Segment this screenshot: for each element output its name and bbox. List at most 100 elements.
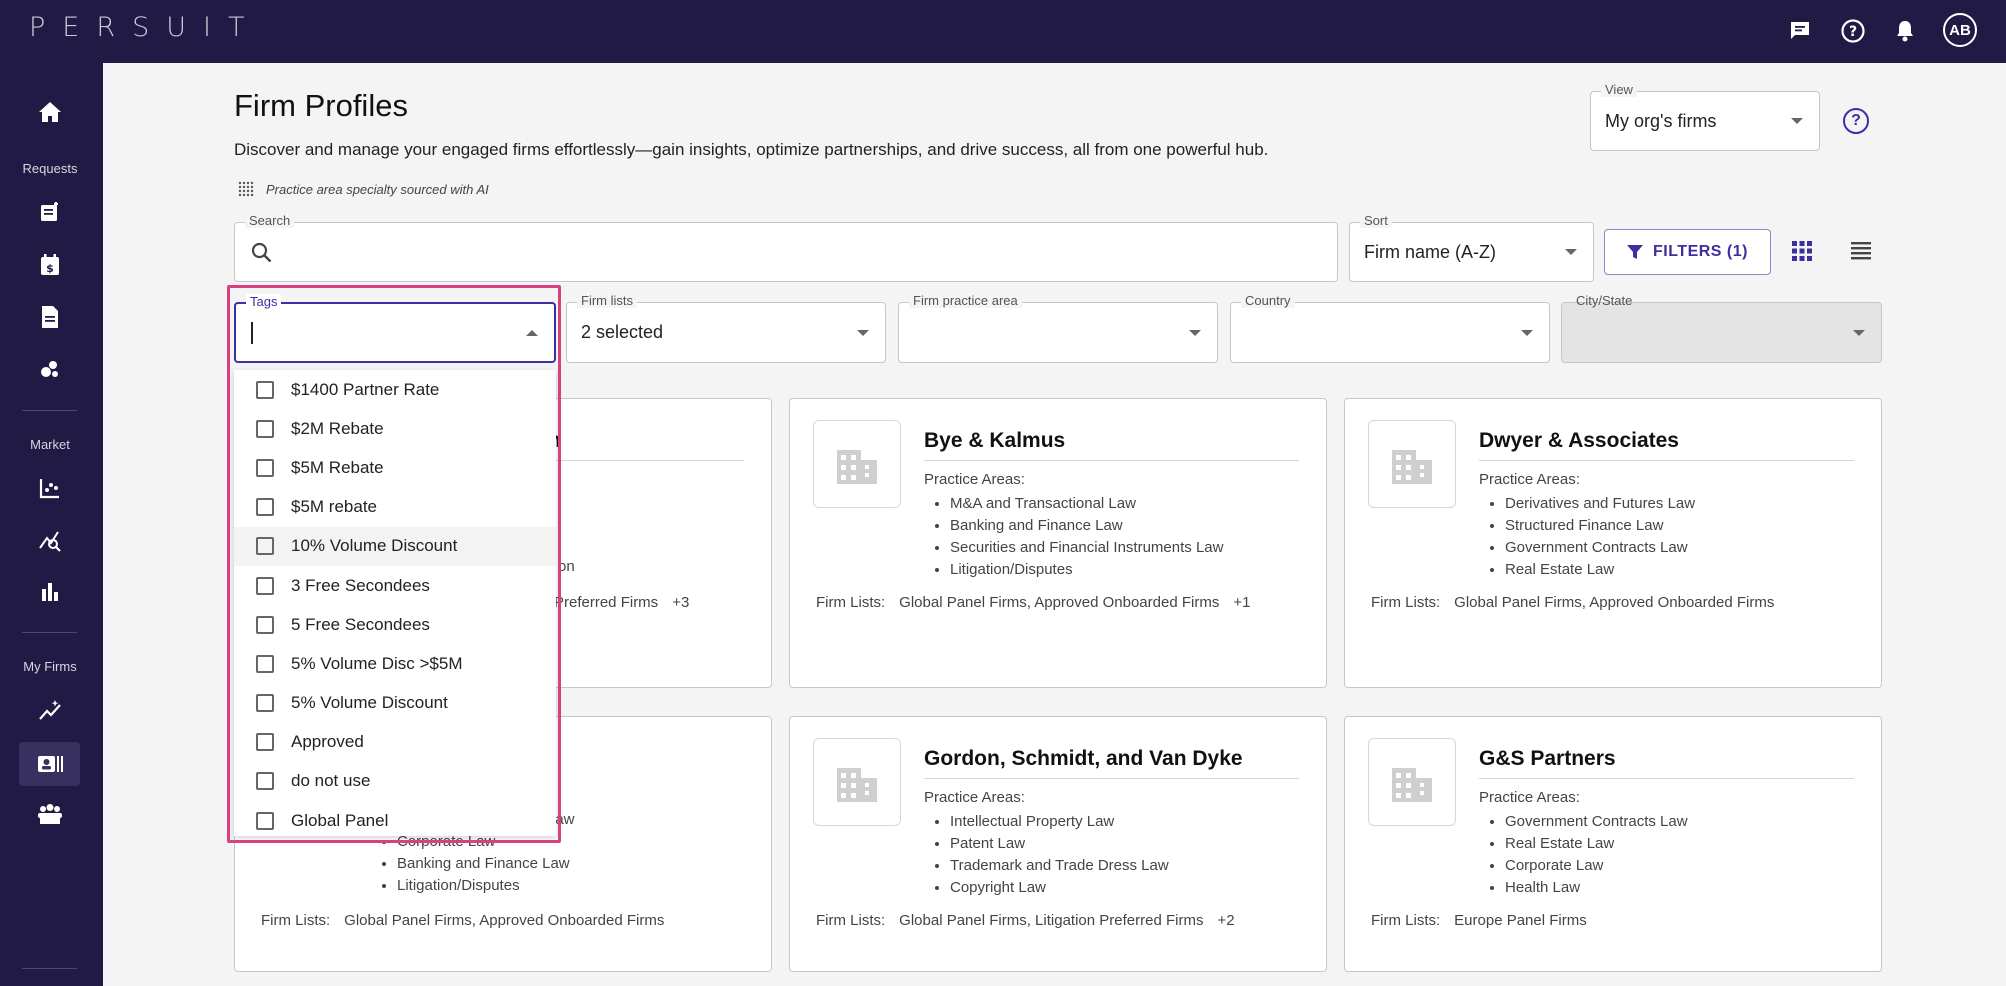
list-view-icon[interactable] xyxy=(1850,240,1872,262)
firm-lists: Preferred Firms +3 xyxy=(554,594,689,611)
tag-option[interactable]: Global Panel xyxy=(234,801,556,836)
sort-select[interactable]: Sort Firm name (A-Z) xyxy=(1349,213,1594,282)
tag-option[interactable]: 5% Volume Discount xyxy=(234,684,556,723)
firm-lists-more[interactable]: +2 xyxy=(1217,912,1234,929)
search-field[interactable]: Search xyxy=(234,213,1338,282)
practice-areas-label: Practice Areas: xyxy=(924,471,1025,488)
tag-option[interactable]: 3 Free Secondees xyxy=(234,566,556,605)
practice-area-item: Banking and Finance Law xyxy=(950,515,1223,537)
grid-view-icon[interactable] xyxy=(1791,240,1813,262)
tag-option[interactable]: 5 Free Secondees xyxy=(234,605,556,644)
checkbox[interactable] xyxy=(256,498,274,517)
sidebar-section-market: Market xyxy=(30,437,70,452)
checkbox[interactable] xyxy=(256,537,274,556)
firm-lists-more[interactable]: +3 xyxy=(672,594,689,611)
bell-icon[interactable] xyxy=(1890,16,1920,46)
tag-option-label: $2M Rebate xyxy=(291,418,384,438)
firm-card[interactable]: Dwyer & Associates Practice Areas: Deriv… xyxy=(1344,398,1882,688)
practice-areas-list: Derivatives and Futures Law Structured F… xyxy=(1505,493,1695,581)
avatar[interactable]: AB xyxy=(1943,13,1977,47)
sidebar: Requests $ Market My Firms xyxy=(0,63,103,986)
chat-icon[interactable] xyxy=(1785,16,1815,46)
sidebar-divider xyxy=(22,410,77,411)
firm-lists-label: Firm Lists: xyxy=(1371,594,1441,611)
tags-select[interactable]: Tags xyxy=(234,294,556,363)
sidebar-section-requests: Requests xyxy=(22,161,78,176)
document-icon[interactable] xyxy=(30,297,70,337)
practice-areas-list: Government Contracts Law Real Estate Law… xyxy=(1505,811,1688,899)
tag-option[interactable]: $5M Rebate xyxy=(234,448,556,487)
tag-option[interactable]: $5M rebate xyxy=(234,488,556,527)
firm-practice-area-select[interactable]: Firm practice area xyxy=(898,293,1218,363)
tag-option[interactable]: Approved xyxy=(234,723,556,762)
checkbox[interactable] xyxy=(256,811,274,830)
firm-lists-more[interactable]: +1 xyxy=(1233,594,1250,611)
view-select[interactable]: View My org's firms xyxy=(1590,82,1820,151)
tags-dropdown: $1400 Partner Rate $2M Rebate $5M Rebate… xyxy=(234,370,556,836)
firm-lists: Firm Lists: Global Panel Firms, Approved … xyxy=(1371,594,1774,611)
view-value: My org's firms xyxy=(1605,110,1717,131)
team-icon[interactable] xyxy=(30,794,70,834)
page-description: Discover and manage your engaged firms e… xyxy=(234,140,1269,159)
search-icon xyxy=(251,242,272,263)
firm-profiles-icon[interactable] xyxy=(19,742,80,786)
firm-lists-label: Firm Lists: xyxy=(261,912,331,929)
ai-note-text: Practice area specialty sourced with AI xyxy=(266,181,489,197)
tags-label: Tags xyxy=(246,294,282,309)
checkbox[interactable] xyxy=(256,772,274,791)
tag-option[interactable]: $1400 Partner Rate xyxy=(234,370,556,409)
tag-option-label: $5M Rebate xyxy=(291,457,384,477)
checkbox[interactable] xyxy=(256,733,274,752)
calendar-dollar-icon[interactable]: $ xyxy=(30,245,70,285)
view-help-icon[interactable]: ? xyxy=(1843,108,1869,134)
persuit-logo[interactable]: PERSUIT xyxy=(29,12,261,43)
firm-card[interactable]: Gordon, Schmidt, and Van Dyke Practice A… xyxy=(789,716,1327,972)
firm-lists-label: Firm Lists: xyxy=(816,912,886,929)
checkbox[interactable] xyxy=(256,380,274,399)
country-select[interactable]: Country xyxy=(1230,293,1550,363)
practice-areas-list: Intellectual Property Law Patent Law Tra… xyxy=(950,811,1169,899)
home-icon[interactable] xyxy=(30,92,70,132)
card-divider xyxy=(924,778,1299,779)
help-icon[interactable]: ? xyxy=(1838,16,1868,46)
bubbles-icon[interactable] xyxy=(30,349,70,389)
chevron-up-icon[interactable] xyxy=(526,329,538,336)
checkbox[interactable] xyxy=(256,419,274,438)
chevron-down-icon xyxy=(1853,329,1865,336)
checkbox[interactable] xyxy=(256,615,274,634)
filter-icon xyxy=(1627,245,1643,259)
tag-option[interactable]: $2M Rebate xyxy=(234,409,556,448)
checkbox[interactable] xyxy=(256,654,274,673)
firm-name: G&S Partners xyxy=(1479,747,1616,770)
firm-lists-select[interactable]: Firm lists 2 selected xyxy=(566,293,886,363)
practice-areas-label: Practice Areas: xyxy=(1479,789,1580,806)
chevron-down-icon xyxy=(1189,329,1201,336)
card-divider xyxy=(1479,460,1854,461)
practice-area-item: Banking and Finance Law xyxy=(397,853,575,875)
filters-button[interactable]: FILTERS (1) xyxy=(1604,229,1771,275)
city-state-select: City/State xyxy=(1561,293,1882,363)
firm-lists: Firm Lists: Global Panel Firms, Approved … xyxy=(816,594,1250,611)
bar-chart-icon[interactable] xyxy=(30,571,70,611)
firm-card[interactable]: Bye & Kalmus Practice Areas: M&A and Tra… xyxy=(789,398,1327,688)
checkbox[interactable] xyxy=(256,576,274,595)
checkbox[interactable] xyxy=(256,458,274,477)
practice-area-item: Real Estate Law xyxy=(1505,559,1695,581)
tag-option-label: Global Panel xyxy=(291,810,389,830)
tag-option-label: 5 Free Secondees xyxy=(291,614,430,634)
sparkle-chart-icon[interactable] xyxy=(30,690,70,730)
tag-option-label: 3 Free Secondees xyxy=(291,575,430,595)
tag-option[interactable]: 5% Volume Disc >$5M xyxy=(234,644,556,683)
checkbox[interactable] xyxy=(256,694,274,713)
practice-area-item: Real Estate Law xyxy=(1505,833,1688,855)
scatter-chart-icon[interactable] xyxy=(30,468,70,508)
city-state-label: City/State xyxy=(1576,293,1633,308)
svg-text:?: ? xyxy=(1849,24,1857,40)
firm-card[interactable]: G&S Partners Practice Areas: Government … xyxy=(1344,716,1882,972)
tag-option[interactable]: do not use xyxy=(234,762,556,801)
chevron-down-icon xyxy=(857,329,869,336)
practice-area-item: Corporate Law xyxy=(1505,855,1688,877)
market-search-icon[interactable] xyxy=(30,520,70,560)
new-request-icon[interactable] xyxy=(30,192,70,232)
tag-option[interactable]: 10% Volume Discount xyxy=(234,526,556,566)
